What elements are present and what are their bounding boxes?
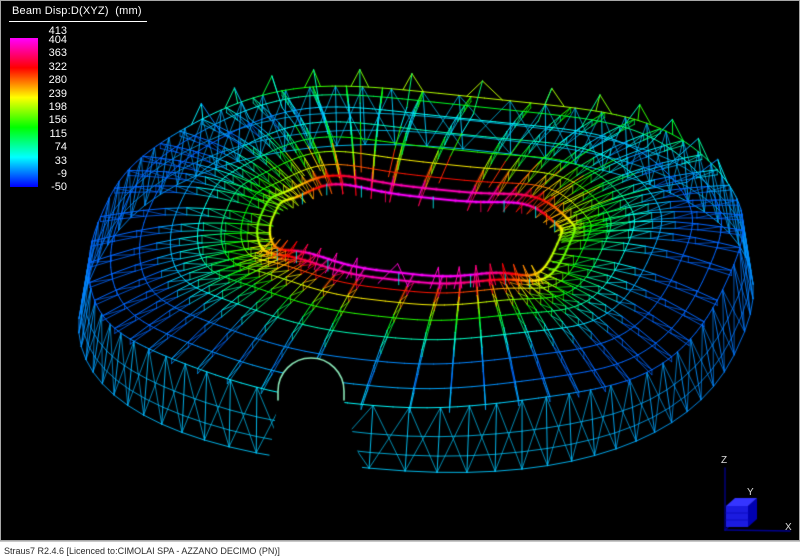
axis-x-label: X [785,523,792,533]
legend-tick-label: 198 [29,102,67,113]
legend-tick-label: 115 [29,129,67,140]
legend-tick-label: 33 [29,156,67,167]
legend-tick-label: -9 [29,169,67,180]
status-text: Straus7 R2.4.6 [Licenced to:CIMOLAI SPA … [4,546,280,556]
axis-y-label: Y [747,488,754,498]
axis-z-label: Z [721,456,727,466]
model-viewport[interactable]: Beam Disp:D(XYZ) (mm) 413 40436332228023… [0,0,800,541]
legend-tick-label: 322 [29,62,67,73]
legend: 413 4043633222802391981561157433-9-50 [1,1,81,221]
model-canvas[interactable] [1,1,799,540]
legend-tick-label: 280 [29,75,67,86]
legend-tick-label: 404 [29,35,67,46]
legend-tick-label: 156 [29,115,67,126]
status-bar: Straus7 R2.4.6 [Licenced to:CIMOLAI SPA … [0,541,800,560]
legend-tick-label: 363 [29,48,67,59]
legend-tick-label: -50 [29,182,67,193]
legend-tick-label: 74 [29,142,67,153]
legend-tick-label: 239 [29,89,67,100]
